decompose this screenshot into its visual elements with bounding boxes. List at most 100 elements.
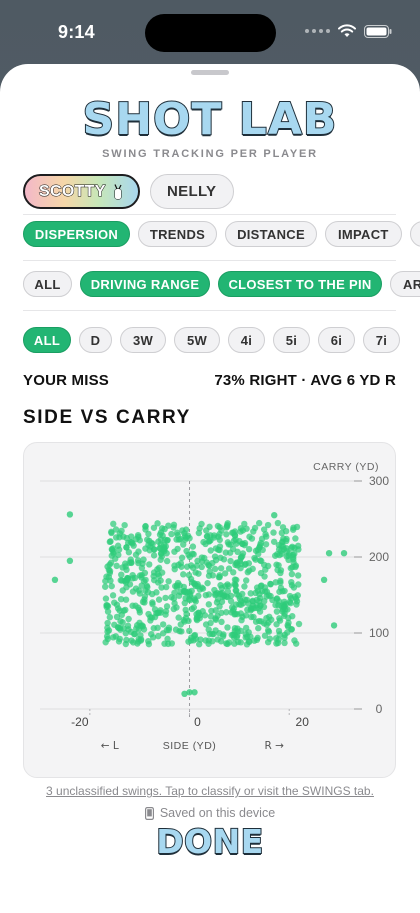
data-point: [237, 554, 245, 562]
miss-label: YOUR MISS: [23, 372, 109, 389]
data-point: [132, 551, 140, 558]
data-point: [261, 632, 269, 639]
done-button[interactable]: DONE: [0, 821, 420, 862]
club-driver[interactable]: D: [79, 327, 112, 353]
classify-swings-link[interactable]: 3 unclassified swings. Tap to classify o…: [0, 784, 420, 798]
data-point: [172, 626, 180, 633]
data-point: [273, 608, 281, 615]
tab-more[interactable]: [409, 221, 420, 247]
app-subtitle: SWING TRACKING PER PLAYER: [102, 148, 318, 160]
data-point: [241, 541, 248, 549]
data-point: [173, 582, 181, 589]
data-point: [129, 602, 136, 609]
y-axis-label: CARRY (YD): [313, 461, 379, 473]
data-point: [154, 624, 161, 632]
data-point: [256, 557, 264, 564]
data-point: [264, 521, 272, 529]
data-point: [186, 553, 194, 561]
club-4i[interactable]: 4i: [228, 327, 265, 353]
data-point: [275, 546, 283, 553]
data-point: [182, 606, 189, 614]
tab-distance[interactable]: DISTANCE: [225, 221, 317, 247]
data-point: [151, 613, 159, 621]
data-point: [105, 566, 113, 574]
data-point: [108, 582, 115, 590]
data-point: [145, 541, 152, 549]
data-point: [216, 530, 223, 538]
data-point: [107, 577, 114, 584]
shot-lab-sheet: SHOT LAB SWING TRACKING PER PLAYER SCOTT…: [0, 64, 420, 913]
data-point: [200, 538, 207, 546]
session-closest-to-the-pin[interactable]: CLOSEST TO THE PIN: [218, 271, 382, 297]
data-point: [216, 524, 223, 531]
data-point: [171, 589, 178, 597]
club-6i[interactable]: 6i: [318, 327, 355, 353]
data-point: [113, 562, 120, 570]
session-all[interactable]: ALL: [23, 271, 72, 297]
data-point: [128, 539, 135, 546]
wifi-icon: [338, 24, 356, 37]
data-point: [185, 617, 192, 625]
data-point: [242, 612, 250, 619]
data-point: [209, 559, 216, 567]
data-point: [111, 599, 118, 606]
data-point: [206, 523, 213, 531]
data-point: [198, 520, 205, 528]
data-point: [206, 630, 213, 638]
section-title: SIDE VS CARRY: [23, 407, 191, 428]
data-point: [224, 593, 231, 601]
data-point: [230, 569, 237, 576]
session-arc[interactable]: ARC: [390, 271, 420, 297]
data-point: [125, 549, 133, 556]
data-point: [112, 526, 120, 533]
club-filter: ALL D 3W 5W 4i 5i 6i 7i: [23, 327, 400, 353]
data-point: [131, 574, 139, 582]
data-point: [330, 622, 338, 629]
session-driving-range[interactable]: DRIVING RANGE: [80, 271, 210, 297]
data-point: [154, 579, 162, 586]
data-point: [340, 550, 348, 557]
data-point: [136, 606, 143, 614]
club-5i[interactable]: 5i: [273, 327, 310, 353]
y-tick-label: 300: [369, 474, 389, 488]
club-3w[interactable]: 3W: [120, 327, 166, 353]
data-point: [195, 570, 202, 577]
sheet-grabber[interactable]: [191, 70, 229, 75]
club-7i[interactable]: 7i: [363, 327, 400, 353]
phone-icon: [144, 806, 154, 820]
player-selector: SCOTTY NELLY: [23, 174, 234, 209]
data-point: [320, 576, 328, 583]
data-point: [171, 565, 178, 573]
data-point: [207, 547, 214, 554]
data-point: [232, 610, 239, 618]
data-point: [163, 550, 170, 557]
tab-trends[interactable]: TRENDS: [138, 221, 217, 247]
data-point: [256, 544, 263, 551]
data-point: [211, 553, 219, 560]
data-point: [155, 596, 163, 603]
data-point: [187, 562, 195, 569]
data-point: [189, 543, 197, 550]
data-point: [173, 604, 180, 611]
data-point: [202, 637, 209, 644]
data-point: [242, 624, 250, 632]
club-5w[interactable]: 5W: [174, 327, 220, 353]
tab-dispersion[interactable]: DISPERSION: [23, 221, 130, 247]
data-point: [123, 534, 130, 542]
status-time: 9:14: [58, 22, 95, 42]
club-all[interactable]: ALL: [23, 327, 71, 353]
data-point: [138, 564, 146, 572]
data-point: [128, 637, 135, 644]
tab-impact[interactable]: IMPACT: [325, 221, 402, 247]
data-point: [263, 614, 270, 622]
data-point: [239, 527, 247, 534]
player-chip-scotty[interactable]: SCOTTY: [23, 174, 140, 209]
data-point: [138, 574, 145, 581]
data-point: [201, 554, 208, 562]
miss-value: 73% RIGHT · AVG 6 YD R: [214, 372, 396, 389]
data-point: [110, 520, 117, 528]
player-chip-nelly[interactable]: NELLY: [149, 174, 234, 209]
data-point: [181, 587, 189, 595]
data-point: [224, 624, 231, 631]
data-point: [173, 529, 181, 536]
